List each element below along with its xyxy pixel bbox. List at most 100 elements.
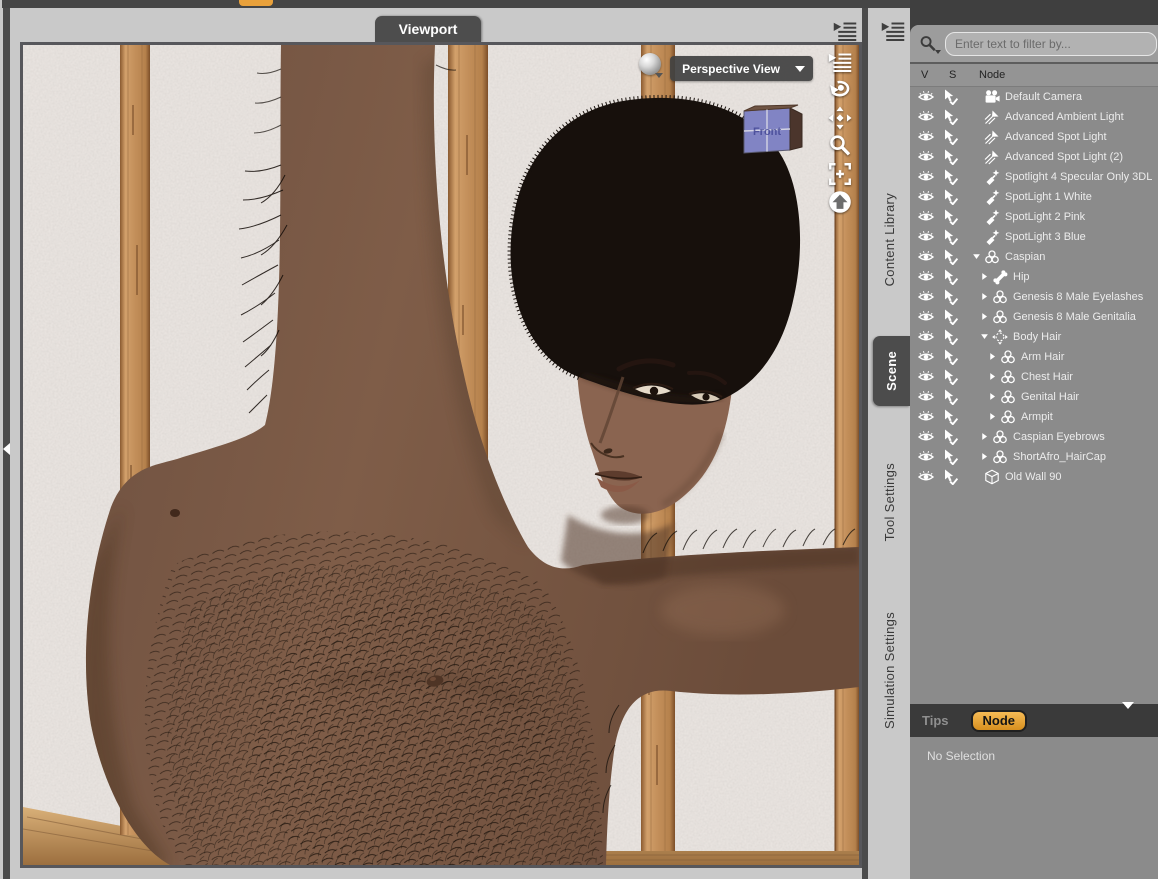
expand-right-icon[interactable] (988, 411, 1000, 423)
tree-row[interactable]: Advanced Spot Light (2) (910, 147, 1158, 167)
view-selector-caret-icon[interactable] (795, 65, 805, 72)
tree-row[interactable]: Armpit (910, 407, 1158, 427)
collapse-left-arrow-icon[interactable] (3, 443, 10, 455)
viewport-menu-icon[interactable] (828, 50, 852, 74)
panel-menu-icon[interactable] (881, 20, 905, 42)
visibility-eye-icon[interactable] (918, 369, 934, 385)
visibility-eye-icon[interactable] (918, 289, 934, 305)
selectable-cursor-icon[interactable] (942, 409, 958, 425)
viewport-tab[interactable]: Viewport (375, 16, 481, 42)
visibility-eye-icon[interactable] (918, 469, 934, 485)
visibility-eye-icon[interactable] (918, 169, 934, 185)
tree-row[interactable]: SpotLight 3 Blue (910, 227, 1158, 247)
view-selector[interactable]: Perspective View (670, 56, 813, 81)
selectable-cursor-icon[interactable] (942, 189, 958, 205)
selectable-cursor-icon[interactable] (942, 349, 958, 365)
selectable-cursor-icon[interactable] (942, 269, 958, 285)
selectable-cursor-icon[interactable] (942, 429, 958, 445)
visibility-eye-icon[interactable] (918, 89, 934, 105)
tab-tips[interactable]: Tips (922, 713, 949, 728)
visibility-eye-icon[interactable] (918, 229, 934, 245)
expand-right-icon[interactable] (980, 451, 992, 463)
selectable-cursor-icon[interactable] (942, 369, 958, 385)
selectable-cursor-icon[interactable] (942, 209, 958, 225)
visibility-eye-icon[interactable] (918, 409, 934, 425)
tab-node[interactable]: Node (970, 709, 1027, 732)
tree-row[interactable]: Spotlight 4 Specular Only 3DL (910, 167, 1158, 187)
pan-tool-icon[interactable] (828, 106, 852, 130)
selectable-cursor-icon[interactable] (942, 109, 958, 125)
tree-row[interactable]: ShortAfro_HairCap (910, 447, 1158, 467)
visibility-eye-icon[interactable] (918, 249, 934, 265)
panel-collapse-caret-icon[interactable] (1122, 702, 1134, 709)
tree-row[interactable]: SpotLight 1 White (910, 187, 1158, 207)
selectable-cursor-icon[interactable] (942, 289, 958, 305)
visibility-eye-icon[interactable] (918, 129, 934, 145)
sphere-dropdown-caret-icon[interactable] (655, 73, 663, 78)
selectable-cursor-icon[interactable] (942, 249, 958, 265)
selectable-cursor-icon[interactable] (942, 449, 958, 465)
search-options-caret-icon[interactable] (935, 49, 941, 54)
tree-row[interactable]: SpotLight 2 Pink (910, 207, 1158, 227)
visibility-eye-icon[interactable] (918, 389, 934, 405)
expand-down-icon[interactable] (972, 251, 984, 263)
column-selectability[interactable]: S (949, 69, 979, 81)
tree-row[interactable]: Genital Hair (910, 387, 1158, 407)
tree-row[interactable]: Hip (910, 267, 1158, 287)
tab-tool-settings[interactable]: Tool Settings (868, 430, 910, 575)
aim-sphere-widget[interactable] (639, 53, 661, 75)
selectable-cursor-icon[interactable] (942, 129, 958, 145)
expand-right-icon[interactable] (988, 351, 1000, 363)
visibility-eye-icon[interactable] (918, 149, 934, 165)
visibility-eye-icon[interactable] (918, 449, 934, 465)
tree-row[interactable]: Genesis 8 Male Eyelashes (910, 287, 1158, 307)
tab-content-library[interactable]: Content Library (868, 160, 910, 320)
selectable-cursor-icon[interactable] (942, 329, 958, 345)
visibility-eye-icon[interactable] (918, 349, 934, 365)
search-icon[interactable] (919, 35, 941, 54)
selectable-cursor-icon[interactable] (942, 309, 958, 325)
view-cube[interactable]: Front (736, 104, 806, 158)
expand-right-icon[interactable] (980, 271, 992, 283)
tree-row[interactable]: Chest Hair (910, 367, 1158, 387)
column-visibility[interactable]: V (921, 69, 949, 81)
selectable-cursor-icon[interactable] (942, 89, 958, 105)
column-node[interactable]: Node (979, 69, 1005, 81)
frame-tool-icon[interactable] (828, 162, 852, 186)
visibility-eye-icon[interactable] (918, 269, 934, 285)
visibility-eye-icon[interactable] (918, 189, 934, 205)
visibility-eye-icon[interactable] (918, 209, 934, 225)
tree-row[interactable]: Advanced Spot Light (910, 127, 1158, 147)
visibility-eye-icon[interactable] (918, 109, 934, 125)
expand-right-icon[interactable] (988, 371, 1000, 383)
selectable-cursor-icon[interactable] (942, 149, 958, 165)
zoom-tool-icon[interactable] (828, 134, 852, 158)
tree-row[interactable]: Caspian (910, 247, 1158, 267)
viewport-pane-menu-icon[interactable] (833, 20, 857, 42)
tree-row[interactable]: Arm Hair (910, 347, 1158, 367)
tab-simulation-settings[interactable]: Simulation Settings (868, 585, 910, 755)
tree-row[interactable]: Old Wall 90 (910, 467, 1158, 487)
expand-right-icon[interactable] (988, 391, 1000, 403)
tree-row[interactable]: Caspian Eyebrows (910, 427, 1158, 447)
home-tool-icon[interactable] (828, 190, 852, 214)
selectable-cursor-icon[interactable] (942, 389, 958, 405)
tree-row[interactable]: Body Hair (910, 327, 1158, 347)
tab-scene[interactable]: Scene (873, 336, 910, 406)
visibility-eye-icon[interactable] (918, 309, 934, 325)
visibility-eye-icon[interactable] (918, 429, 934, 445)
selectable-cursor-icon[interactable] (942, 469, 958, 485)
selectable-cursor-icon[interactable] (942, 229, 958, 245)
tree-row[interactable]: Genesis 8 Male Genitalia (910, 307, 1158, 327)
viewport-render[interactable]: Perspective View Front (23, 45, 859, 865)
toolbar-orange-icon[interactable] (239, 0, 273, 6)
expand-right-icon[interactable] (980, 291, 992, 303)
visibility-eye-icon[interactable] (918, 329, 934, 345)
selectable-cursor-icon[interactable] (942, 169, 958, 185)
tree-row[interactable]: Default Camera (910, 87, 1158, 107)
expand-down-icon[interactable] (980, 331, 992, 343)
expand-right-icon[interactable] (980, 431, 992, 443)
expand-right-icon[interactable] (980, 311, 992, 323)
scene-filter-input[interactable] (945, 31, 1157, 56)
orbit-tool-icon[interactable] (828, 78, 852, 102)
